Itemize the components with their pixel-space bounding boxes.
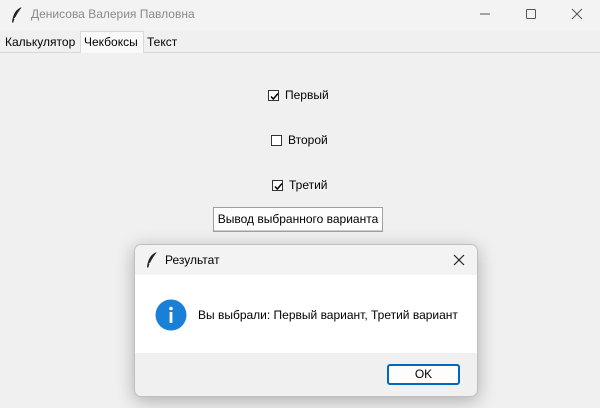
window-title: Денисова Валерия Павловна: [31, 7, 195, 21]
checkmark-icon: [270, 92, 279, 100]
checkbox-label: Третий: [289, 178, 328, 192]
close-button[interactable]: [554, 0, 600, 30]
info-icon: [155, 299, 187, 331]
checkbox-second[interactable]: Второй: [271, 133, 328, 147]
dialog-title: Результат: [165, 253, 220, 267]
maximize-icon: [526, 9, 536, 19]
checkbox-box[interactable]: [268, 89, 279, 101]
minimize-icon: [480, 13, 490, 15]
close-icon: [453, 254, 465, 266]
window-titlebar: Денисова Валерия Павловна: [0, 0, 600, 30]
checkbox-label: Второй: [288, 133, 328, 147]
checkbox-first[interactable]: Первый: [268, 88, 329, 102]
tab-checkboxes[interactable]: Чекбоксы: [80, 31, 144, 53]
checkbox-box[interactable]: [271, 134, 282, 146]
show-selection-button[interactable]: Вывод выбранного варианта: [213, 207, 383, 232]
checkbox-box[interactable]: [272, 179, 283, 191]
tab-bar: Калькулятор Чекбоксы Текст: [0, 30, 600, 53]
dialog-close-button[interactable]: [441, 245, 477, 275]
ok-button[interactable]: OK: [387, 364, 460, 385]
dialog-body: Вы выбрали: Первый вариант, Третий вариа…: [135, 275, 477, 353]
checkbox-third[interactable]: Третий: [272, 178, 328, 192]
close-icon: [571, 8, 583, 20]
checkbox-label: Первый: [285, 88, 329, 102]
feather-icon: [147, 251, 158, 268]
feather-icon: [12, 6, 23, 23]
maximize-button[interactable]: [508, 0, 554, 30]
checkmark-icon: [274, 182, 283, 190]
dialog-message: Вы выбрали: Первый вариант, Третий вариа…: [198, 308, 458, 322]
dialog-titlebar: Результат: [135, 245, 477, 275]
tab-text[interactable]: Текст: [144, 33, 180, 52]
tab-calculator[interactable]: Калькулятор: [2, 33, 80, 52]
result-dialog: Результат Вы выбрали: Первый вариант, Тр…: [134, 244, 478, 397]
minimize-button[interactable]: [462, 0, 508, 30]
